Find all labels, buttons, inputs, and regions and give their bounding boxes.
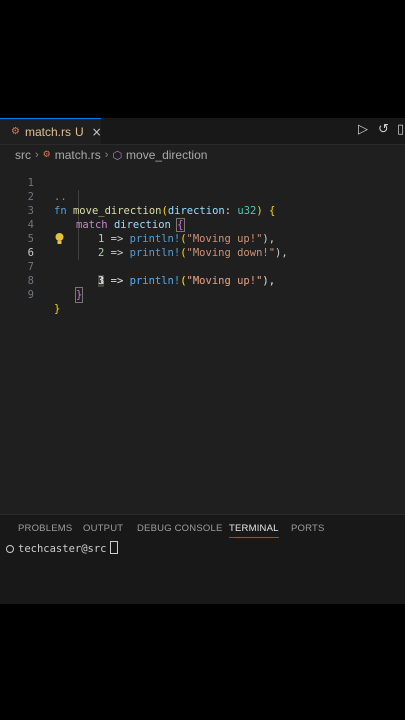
chevron-right-icon: ›: [104, 149, 109, 161]
breadcrumb-symbol[interactable]: move_direction: [126, 148, 207, 162]
tab-terminal[interactable]: TERMINAL: [229, 523, 279, 538]
tab-problems[interactable]: PROBLEMS: [18, 523, 72, 534]
line-number: 9: [27, 289, 34, 301]
tab-untracked-badge: U: [74, 124, 84, 139]
code-line: 4 1 => println!("Moving up!"),: [0, 204, 405, 245]
lightbulb-icon[interactable]: [55, 232, 64, 246]
code-line: 1 ..: [0, 162, 405, 203]
terminal-prompt: techcaster@src: [18, 541, 118, 555]
code-text: }: [74, 287, 84, 303]
code-line: 8 }: [0, 260, 405, 303]
terminal-cursor: [109, 541, 118, 554]
code-line: 9 }: [0, 274, 405, 315]
close-icon[interactable]: ×: [92, 125, 102, 139]
code-line-active: 6 3 => println!("Moving up!"),: [0, 232, 405, 287]
code-text: }: [54, 303, 61, 315]
editor-window: ⚙ match.rs U × ▷ ↺ ▯ src › ⚙ match.rs › …: [0, 118, 405, 604]
tab-ports[interactable]: PORTS: [291, 523, 325, 534]
bottom-panel: PROBLEMS OUTPUT DEBUG CONSOLE TERMINAL P…: [0, 514, 405, 604]
tab-output[interactable]: OUTPUT: [83, 523, 123, 534]
tab-bar: ⚙ match.rs U × ▷ ↺ ▯: [0, 118, 405, 145]
code-line: 7 1 => println!("Moving up!"),: [0, 246, 405, 287]
chevron-right-icon: ›: [35, 149, 39, 161]
tab-match-rs[interactable]: ⚙ match.rs U ×: [0, 118, 102, 144]
breadcrumb-folder[interactable]: src: [15, 148, 31, 162]
breadcrumb-file[interactable]: match.rs: [55, 148, 101, 162]
code-line: 3 match direction {: [0, 190, 405, 232]
rust-icon: ⚙: [11, 126, 20, 137]
prompt-status-icon: [6, 545, 14, 553]
rust-file-icon: ⚙: [42, 150, 51, 160]
split-editor-icon[interactable]: ▯: [397, 122, 404, 137]
function-symbol-icon: ⬡: [112, 148, 123, 162]
panel-tabs: PROBLEMS OUTPUT DEBUG CONSOLE TERMINAL P…: [0, 515, 405, 541]
code-line: 5 2 => println!("Moving down!"),: [0, 218, 405, 259]
history-icon[interactable]: ↺: [378, 122, 389, 137]
code-line: 2 fn move_direction(direction: u32) {: [0, 176, 405, 217]
tab-filename: match.rs: [24, 124, 71, 139]
tab-debug-console[interactable]: DEBUG CONSOLE: [137, 523, 222, 534]
run-icon[interactable]: ▷: [358, 122, 368, 137]
